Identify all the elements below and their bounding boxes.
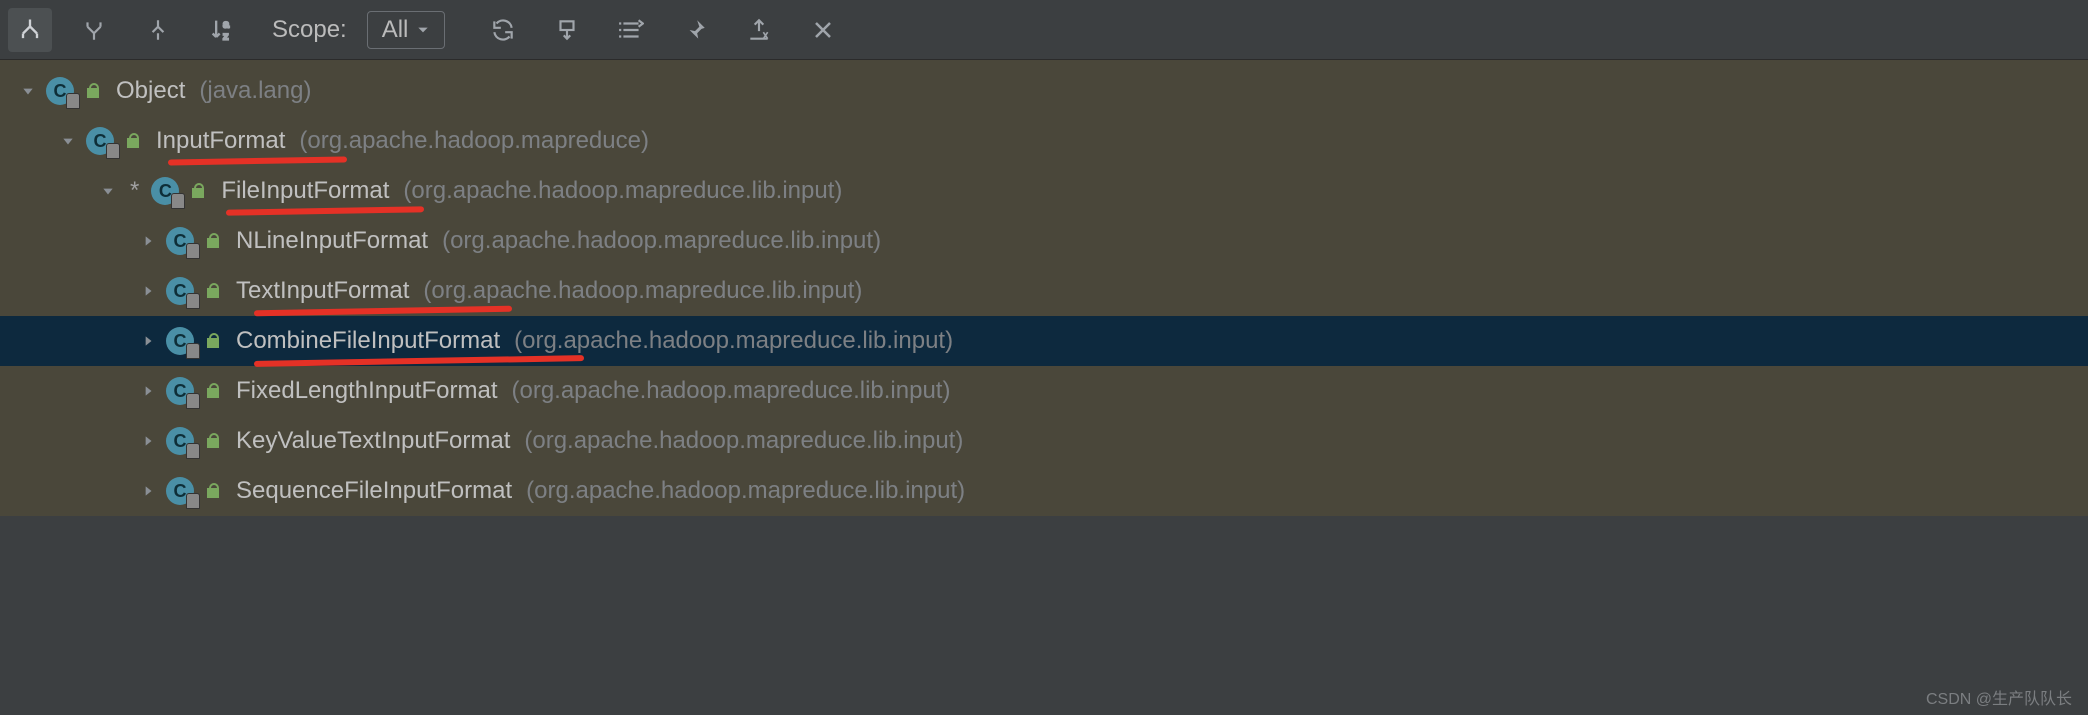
package-label: (org.apache.hadoop.mapreduce.lib.input) bbox=[526, 477, 965, 505]
watermark: CSDN @生产队队长 bbox=[1926, 685, 2072, 709]
arrow-expanded-icon[interactable] bbox=[18, 81, 38, 101]
star-icon: * bbox=[130, 177, 139, 205]
class-icon: C bbox=[166, 227, 194, 255]
lock-icon bbox=[204, 482, 222, 500]
arrow-collapsed-icon[interactable] bbox=[138, 331, 158, 351]
tree-row[interactable]: * C FileInputFormat (org.apache.hadoop.mapr… bbox=[0, 166, 2088, 216]
tree-row[interactable]: C NLineInputFormat (org.apache.hadoop.mapr… bbox=[0, 216, 2088, 266]
class-icon: C bbox=[86, 127, 114, 155]
class-name: FileInputFormat bbox=[221, 177, 389, 205]
scope-select[interactable]: All bbox=[367, 11, 446, 49]
class-icon: C bbox=[46, 77, 74, 105]
supertypes-icon[interactable] bbox=[72, 8, 116, 52]
annotation-underline bbox=[226, 206, 424, 215]
class-name: InputFormat bbox=[156, 127, 285, 155]
export-icon[interactable] bbox=[737, 8, 781, 52]
annotation-underline bbox=[254, 306, 512, 317]
lock-icon bbox=[204, 432, 222, 450]
tree-row[interactable]: C FixedLengthInputFormat (org.apache.hadoo… bbox=[0, 366, 2088, 416]
tree-row[interactable]: C SequenceFileInputFormat (org.apache.hado… bbox=[0, 466, 2088, 516]
class-icon: C bbox=[151, 177, 179, 205]
hierarchy-tree: CObject(java.lang)CInputFormat(org.apach… bbox=[0, 60, 2088, 516]
package-label: (org.apache.hadoop.mapreduce.lib.input) bbox=[524, 427, 963, 455]
class-name: NLineInputFormat bbox=[236, 227, 428, 255]
pin-icon[interactable] bbox=[673, 8, 717, 52]
class-name: TextInputFormat bbox=[236, 277, 409, 305]
tree-row[interactable]: C CombineFileInputFormat (org.apache.hadoo… bbox=[0, 316, 2088, 366]
tree-row[interactable]: C KeyValueTextInputFormat (org.apache.hado… bbox=[0, 416, 2088, 466]
svg-text:z: z bbox=[223, 30, 228, 42]
arrow-collapsed-icon[interactable] bbox=[138, 431, 158, 451]
class-name: FixedLengthInputFormat bbox=[236, 377, 497, 405]
package-label: (org.apache.hadoop.mapreduce.lib.input) bbox=[423, 277, 862, 305]
class-icon: C bbox=[166, 327, 194, 355]
scope-value: All bbox=[382, 16, 409, 44]
chevron-down-icon bbox=[416, 23, 430, 37]
package-label: (org.apache.hadoop.mapreduce) bbox=[299, 127, 649, 155]
class-icon: C bbox=[166, 377, 194, 405]
lock-icon bbox=[204, 382, 222, 400]
package-label: (org.apache.hadoop.mapreduce.lib.input) bbox=[511, 377, 950, 405]
expand-all-icon[interactable] bbox=[609, 8, 653, 52]
class-name: CombineFileInputFormat bbox=[236, 327, 500, 355]
scope-label: Scope: bbox=[272, 16, 347, 44]
class-icon: C bbox=[166, 427, 194, 455]
package-label: (org.apache.hadoop.mapreduce.lib.input) bbox=[403, 177, 842, 205]
refresh-icon[interactable] bbox=[481, 8, 525, 52]
subtypes-icon[interactable] bbox=[8, 8, 52, 52]
annotation-underline bbox=[168, 156, 347, 165]
package-label: (org.apache.hadoop.mapreduce.lib.input) bbox=[514, 327, 953, 355]
lock-icon bbox=[84, 82, 102, 100]
package-label: (java.lang) bbox=[199, 77, 311, 105]
package-label: (org.apache.hadoop.mapreduce.lib.input) bbox=[442, 227, 881, 255]
lock-icon bbox=[204, 282, 222, 300]
tree-row[interactable]: C TextInputFormat (org.apache.hadoop.mapre… bbox=[0, 266, 2088, 316]
lock-icon bbox=[204, 232, 222, 250]
class-name: KeyValueTextInputFormat bbox=[236, 427, 510, 455]
lock-icon bbox=[124, 132, 142, 150]
arrow-collapsed-icon[interactable] bbox=[138, 381, 158, 401]
autoscroll-icon[interactable] bbox=[545, 8, 589, 52]
close-icon[interactable] bbox=[801, 8, 845, 52]
lock-icon bbox=[189, 182, 207, 200]
lock-icon bbox=[204, 332, 222, 350]
sort-icon[interactable]: az bbox=[200, 8, 244, 52]
arrow-collapsed-icon[interactable] bbox=[138, 481, 158, 501]
arrow-collapsed-icon[interactable] bbox=[138, 231, 158, 251]
arrow-expanded-icon[interactable] bbox=[98, 181, 118, 201]
arrow-expanded-icon[interactable] bbox=[58, 131, 78, 151]
class-name: Object bbox=[116, 77, 185, 105]
arrow-collapsed-icon[interactable] bbox=[138, 281, 158, 301]
class-icon: C bbox=[166, 477, 194, 505]
class-icon: C bbox=[166, 277, 194, 305]
class-name: SequenceFileInputFormat bbox=[236, 477, 512, 505]
svg-text:a: a bbox=[223, 18, 229, 30]
tree-row[interactable]: C InputFormat (org.apache.hadoop.mapreduce… bbox=[0, 116, 2088, 166]
tree-row[interactable]: C Object (java.lang) bbox=[0, 66, 2088, 116]
class-hierarchy-icon[interactable] bbox=[136, 8, 180, 52]
toolbar: az Scope: All bbox=[0, 0, 2088, 60]
